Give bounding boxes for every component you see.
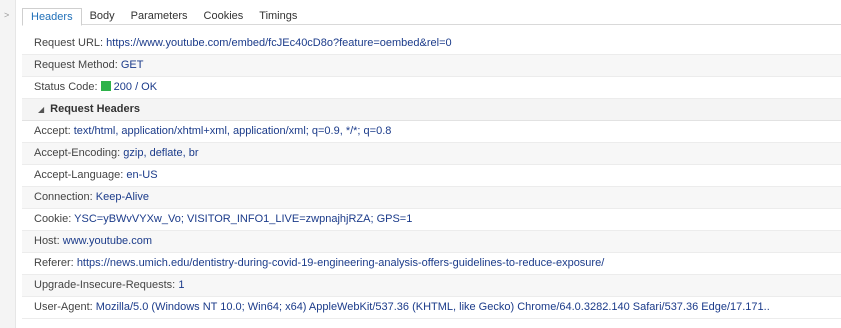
header-row-accept-encoding: Accept-Encoding: gzip, deflate, br — [22, 143, 841, 165]
header-key: Accept: — [34, 125, 71, 137]
expand-triangle-icon[interactable]: ◢ — [38, 105, 44, 114]
header-key: Accept-Encoding: — [34, 147, 121, 159]
header-value: 1 — [178, 279, 185, 291]
header-value: https://www.youtube.com/embed/fcJEc40cD8… — [106, 37, 452, 49]
header-key: Referer: — [34, 257, 74, 269]
tab-body[interactable]: Body — [82, 8, 123, 24]
request-url-row: Request URL: https://www.youtube.com/emb… — [22, 33, 841, 55]
header-row-accept-language: Accept-Language: en-US — [22, 165, 841, 187]
header-key: Request Method: — [34, 59, 118, 71]
header-row-connection: Connection: Keep-Alive — [22, 187, 841, 209]
header-row-user-agent: User-Agent: Mozilla/5.0 (Windows NT 10.0… — [22, 297, 841, 319]
status-ok-icon — [100, 81, 111, 91]
header-key: Status Code: — [34, 81, 98, 93]
collapse-arrow-icon[interactable]: > — [4, 10, 9, 20]
header-key: Cookie: — [34, 213, 72, 225]
header-value: YSC=yBWvVYXw_Vo; VISITOR_INFO1_LIVE=zwpn… — [74, 213, 413, 225]
header-row-accept: Accept: text/html, application/xhtml+xml… — [22, 121, 841, 143]
request-details-panel: Headers Body Parameters Cookies Timings … — [22, 0, 841, 328]
header-row-host: Host: www.youtube.com — [22, 231, 841, 253]
header-key: User-Agent: — [34, 301, 93, 313]
tab-headers[interactable]: Headers — [22, 8, 82, 26]
header-row-referer: Referer: https://news.umich.edu/dentistr… — [22, 253, 841, 275]
header-key: Connection: — [34, 191, 93, 203]
header-key: Upgrade-Insecure-Requests: — [34, 279, 176, 291]
header-value: GET — [120, 59, 144, 71]
request-headers-section[interactable]: ◢ Request Headers — [22, 99, 841, 121]
section-title: Request Headers — [50, 103, 141, 115]
tab-cookies[interactable]: Cookies — [196, 8, 252, 24]
status-code-row: Status Code: 200 / OK — [22, 77, 841, 99]
header-value: gzip, deflate, br — [123, 147, 199, 159]
header-key: Host: — [34, 235, 60, 247]
left-gutter: > — [0, 0, 16, 328]
tab-parameters[interactable]: Parameters — [123, 8, 196, 24]
header-value: 200 / OK — [113, 81, 158, 93]
header-key: Accept-Language: — [34, 169, 124, 181]
header-value: www.youtube.com — [62, 235, 153, 247]
header-value: Keep-Alive — [95, 191, 149, 203]
tab-timings[interactable]: Timings — [251, 8, 305, 24]
tab-bar: Headers Body Parameters Cookies Timings — [22, 0, 841, 26]
header-value: https://news.umich.edu/dentistry-during-… — [76, 257, 605, 269]
header-value: text/html, application/xhtml+xml, applic… — [73, 125, 392, 137]
header-value: Mozilla/5.0 (Windows NT 10.0; Win64; x64… — [95, 301, 770, 313]
headers-list: Request URL: https://www.youtube.com/emb… — [22, 33, 841, 319]
request-method-row: Request Method: GET — [22, 55, 841, 77]
header-value: en-US — [126, 169, 158, 181]
header-key: Request URL: — [34, 37, 104, 49]
header-row-upgrade-insecure-requests: Upgrade-Insecure-Requests: 1 — [22, 275, 841, 297]
header-row-cookie: Cookie: YSC=yBWvVYXw_Vo; VISITOR_INFO1_L… — [22, 209, 841, 231]
